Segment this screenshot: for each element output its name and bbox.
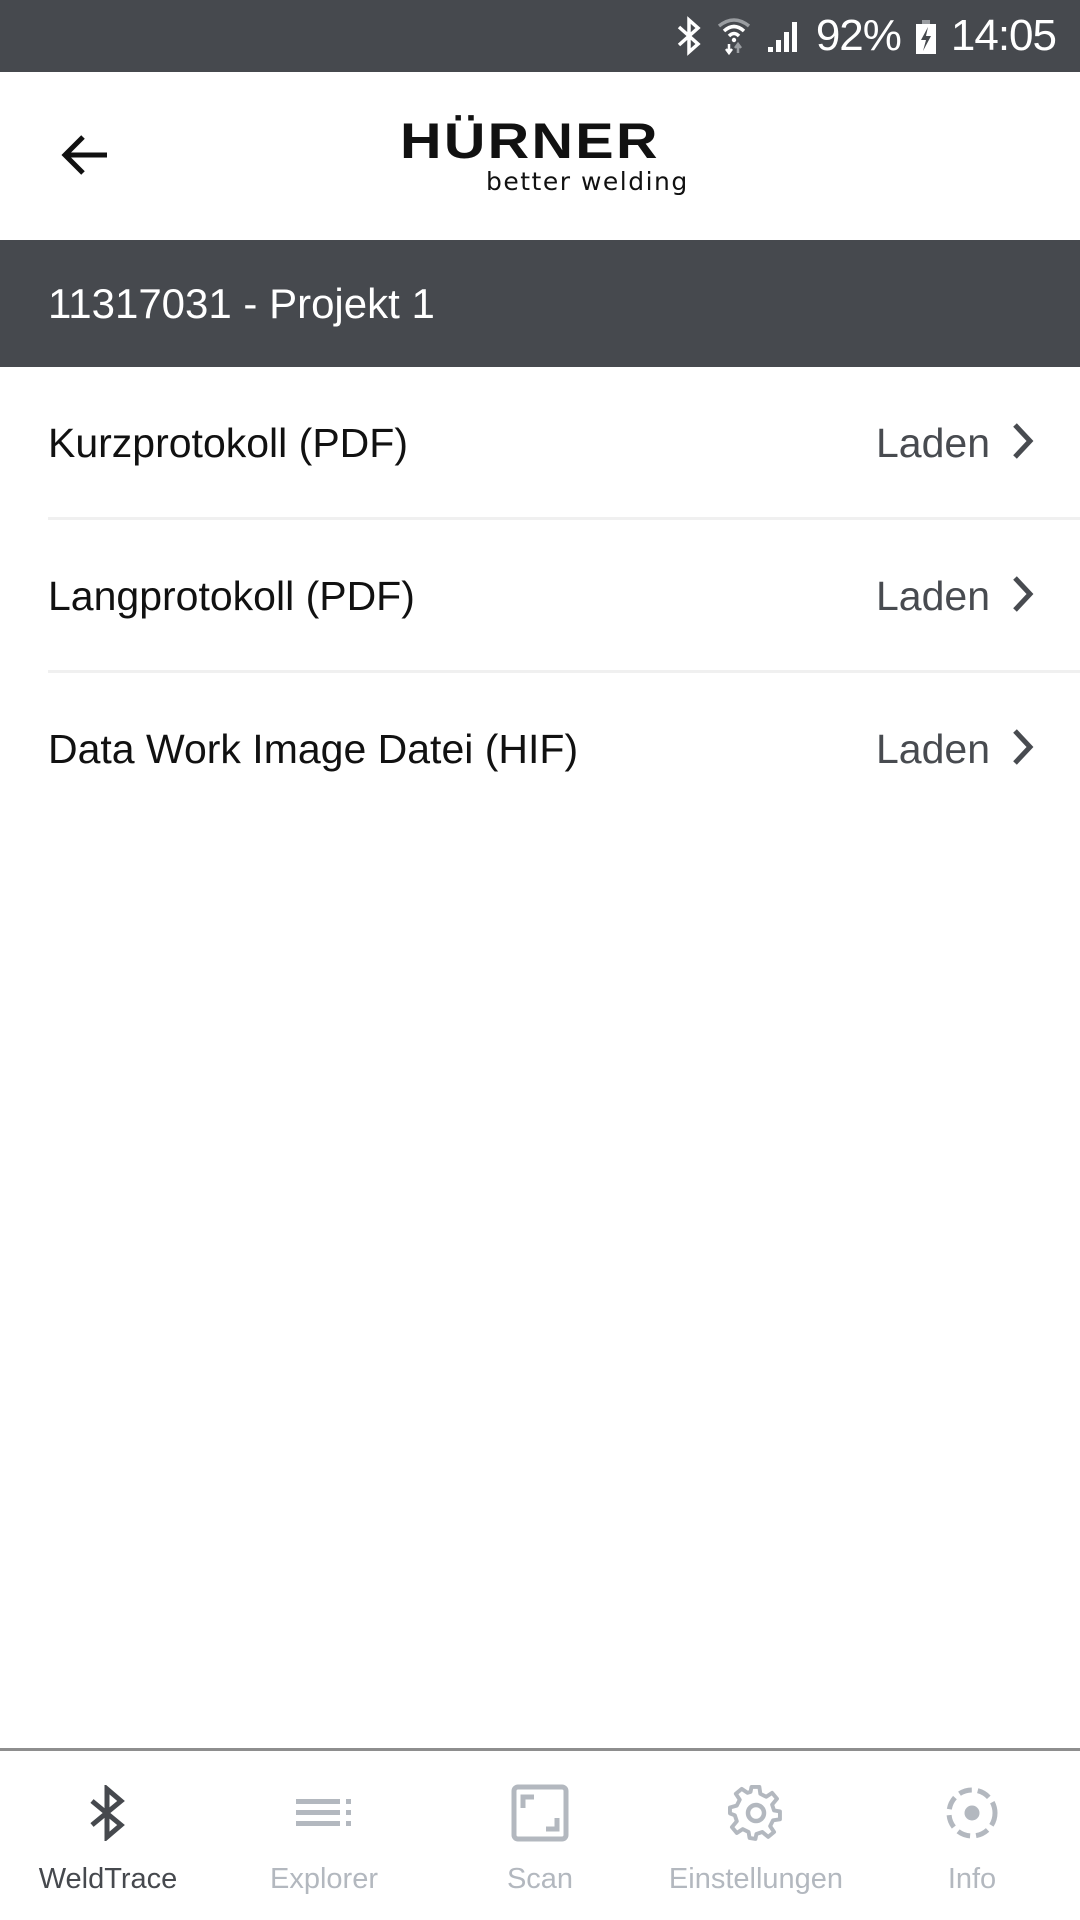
load-label: Laden — [875, 726, 990, 772]
signal-icon — [766, 0, 802, 72]
file-label: Langprotokoll (PDF) — [48, 573, 415, 619]
nav-item-explorer[interactable]: Explorer — [216, 1751, 432, 1920]
app-header: HÜRNER better welding — [0, 72, 1080, 240]
nav-label: Explorer — [270, 1863, 378, 1895]
file-list: Kurzprotokoll (PDF) Laden Langprotokoll … — [0, 367, 1080, 826]
logo-brand: HÜRNER — [400, 113, 660, 169]
load-button[interactable]: Laden — [876, 726, 1080, 773]
battery-charging-icon — [915, 0, 937, 72]
nav-item-weldtrace[interactable]: WeldTrace — [0, 1751, 216, 1920]
bottom-nav: WeldTrace Explorer Scan Einstellungen In… — [0, 1748, 1080, 1920]
bluetooth-icon — [78, 1783, 138, 1843]
file-label: Data Work Image Datei (HIF) — [48, 726, 579, 772]
file-row-langprotokoll[interactable]: Langprotokoll (PDF) Laden — [0, 520, 1080, 673]
load-button[interactable]: Laden — [876, 573, 1080, 620]
load-label: Laden — [875, 573, 990, 619]
nav-label: Einstellungen — [668, 1863, 844, 1895]
chevron-right-icon — [1012, 728, 1034, 771]
nav-item-info[interactable]: Info — [864, 1751, 1080, 1920]
file-row-kurzprotokoll[interactable]: Kurzprotokoll (PDF) Laden — [0, 367, 1080, 520]
chevron-right-icon — [1012, 575, 1034, 618]
back-button[interactable] — [50, 122, 120, 192]
nav-item-einstellungen[interactable]: Einstellungen — [648, 1751, 864, 1920]
battery-percentage: 92% — [815, 11, 902, 60]
nav-label: Info — [947, 1863, 997, 1895]
scan-frame-icon — [510, 1783, 570, 1843]
hurner-logo: HÜRNER better welding — [400, 116, 690, 196]
project-title-bar: 11317031 - Projekt 1 — [0, 240, 1080, 367]
bluetooth-icon — [676, 0, 702, 72]
list-icon — [294, 1783, 354, 1843]
nav-label: Scan — [506, 1863, 574, 1895]
logo-tagline: better welding — [486, 167, 689, 196]
file-label: Kurzprotokoll (PDF) — [48, 420, 408, 466]
load-label: Laden — [875, 420, 990, 466]
gear-icon — [726, 1783, 786, 1843]
info-circle-icon — [942, 1783, 1002, 1843]
arrow-left-icon — [59, 129, 111, 186]
nav-item-scan[interactable]: Scan — [432, 1751, 648, 1920]
status-bar: 92% 14:05 — [0, 0, 1080, 72]
load-button[interactable]: Laden — [876, 420, 1080, 467]
wifi-icon — [716, 0, 752, 72]
chevron-right-icon — [1012, 422, 1034, 465]
nav-label: WeldTrace — [38, 1863, 178, 1895]
file-row-data-work-image[interactable]: Data Work Image Datei (HIF) Laden — [0, 673, 1080, 826]
project-title: 11317031 - Projekt 1 — [48, 279, 435, 327]
clock: 14:05 — [950, 11, 1057, 60]
